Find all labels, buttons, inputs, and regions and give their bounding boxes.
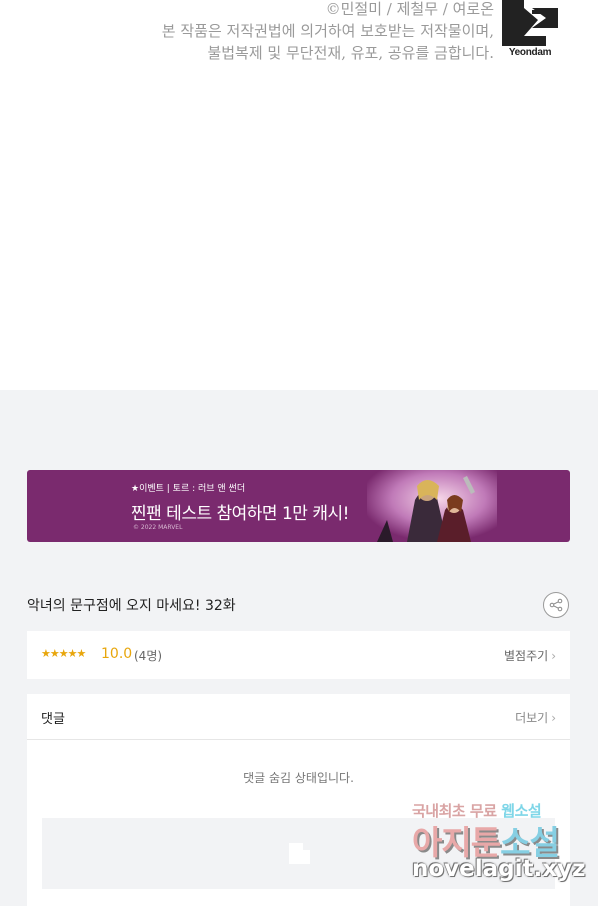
watermark-url: novelagit.xyz xyxy=(412,856,586,882)
rating-stars: ★★★★★ xyxy=(41,647,86,660)
comments-more-label: 더보기 xyxy=(515,711,549,725)
chevron-right-icon: › xyxy=(551,711,556,725)
rate-button-label: 별점주기 xyxy=(504,649,549,663)
event-banner[interactable]: ★이벤트 | 토르 : 러브 앤 썬더 찐팬 테스트 참여하면 1만 캐시! ©… xyxy=(27,470,570,542)
copyright-notice-1: 본 작품은 저작권법에 의거하여 보호받는 저작물이며, xyxy=(161,22,494,40)
copyright-text: ©민절미 / 제철무 / 여로온 본 작품은 저작권법에 의거하여 보호받는 저… xyxy=(162,0,494,64)
banner-headline: 찐팬 테스트 참여하면 1만 캐시! xyxy=(131,504,349,524)
share-icon xyxy=(549,598,563,612)
comments-title: 댓글 xyxy=(41,712,65,727)
viewer-page: ©민절미 / 제철무 / 여로온 본 작품은 저작권법에 의거하여 보호받는 저… xyxy=(0,0,598,906)
publisher-logo-text: Yeondam xyxy=(508,47,552,58)
rate-button[interactable]: 별점주기 › xyxy=(504,647,556,664)
rating-score: 10.0 xyxy=(101,646,133,662)
rating-count: (4명) xyxy=(134,649,163,663)
publisher-logo-mark xyxy=(502,0,558,46)
compose-icon xyxy=(289,843,310,864)
banner-copyright: © 2022 MARVEL xyxy=(133,524,183,531)
chevron-right-icon: › xyxy=(551,649,556,663)
watermark: 국내최초 무료 웹소설 아지툰소설 novelagit.xyz xyxy=(412,800,586,900)
comments-more-button[interactable]: 더보기 › xyxy=(515,709,556,726)
rating-card: ★★★★★ 10.0 (4명) 별점주기 › xyxy=(27,631,570,679)
banner-event-label: ★이벤트 | 토르 : 러브 앤 썬더 xyxy=(131,484,246,494)
share-button[interactable] xyxy=(543,592,569,618)
copyright-authors: ©민절미 / 제철무 / 여로온 xyxy=(325,0,494,18)
copyright-section: ©민절미 / 제철무 / 여로온 본 작품은 저작권법에 의거하여 보호받는 저… xyxy=(0,0,598,390)
episode-title: 악녀의 문구점에 오지 마세요! 32화 xyxy=(27,598,236,614)
comments-header: 댓글 더보기 › xyxy=(27,694,570,740)
copyright-notice-2: 불법복제 및 무단전재, 유포, 공유를 금합니다. xyxy=(207,44,494,62)
comments-hidden-message: 댓글 숨김 상태입니다. xyxy=(243,771,354,785)
banner-hero-illustration xyxy=(367,470,497,542)
publisher-logo: Yeondam xyxy=(502,0,558,62)
